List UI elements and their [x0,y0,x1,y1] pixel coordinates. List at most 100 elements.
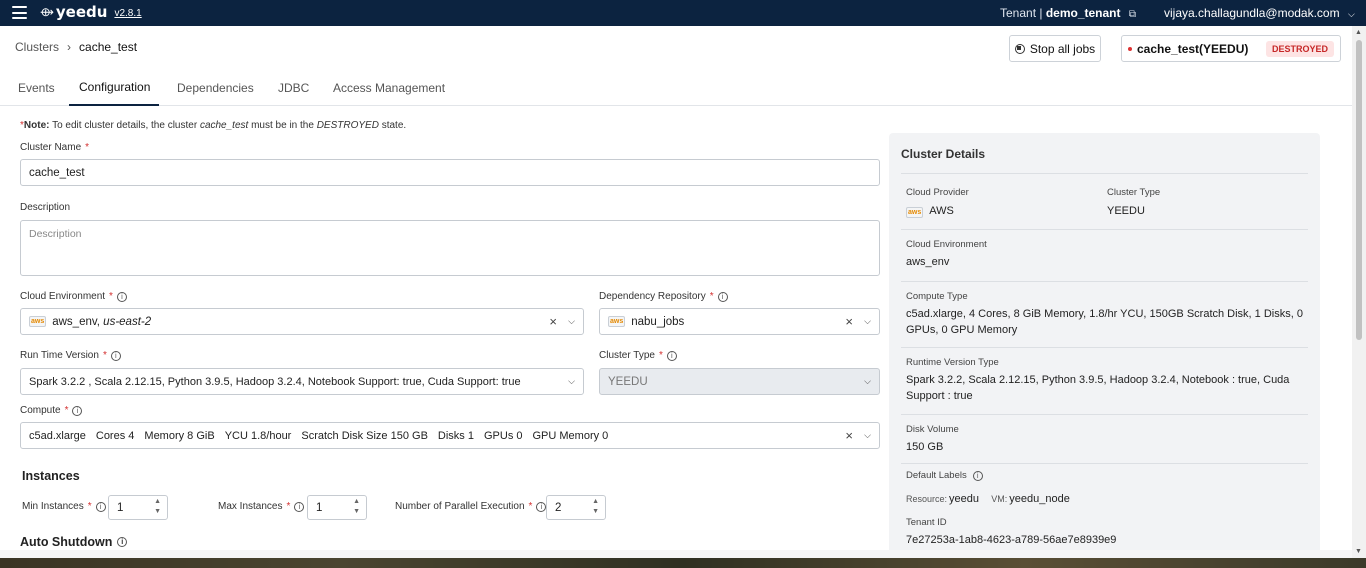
user-menu[interactable]: vijaya.challagundla@modak.com ⌵ [1164,6,1355,20]
min-instances-label: Min Instances * i [22,501,106,512]
vertical-scrollbar[interactable]: ▲ ▼ [1352,26,1366,558]
info-icon: i [72,405,83,416]
cloud-provider-label: Cloud Provider [906,187,969,198]
auto-shutdown-heading: Auto Shutdown i [20,535,128,549]
runtime-select[interactable]: Spark 3.2.2 , Scala 2.12.15, Python 3.9.… [20,368,584,395]
cluster-type-detail-value: YEEDU [1107,205,1145,217]
instances-heading: Instances [22,469,80,483]
info-icon: i [972,470,983,481]
stepper-icon: ▲ ▼ [353,498,360,515]
scrollbar-thumb[interactable] [1356,40,1362,340]
user-email: vijaya.challagundla@modak.com [1164,6,1340,20]
tab-access-management[interactable]: Access Management [323,70,455,106]
tenant-name: demo_tenant [1045,6,1121,20]
cluster-name-input[interactable]: cache_test [20,159,880,186]
edit-note: *Note: To edit cluster details, the clus… [20,120,407,131]
info-icon: i [110,350,121,361]
tab-bar: Events Configuration Dependencies JDBC A… [0,70,1352,106]
parallel-execution-label: Number of Parallel Execution * i [395,501,547,512]
compute-type-label: Compute Type [906,291,968,302]
compute-select[interactable]: c5ad.xlarge Cores 4 Memory 8 GiB YCU 1.8… [20,422,880,449]
chevron-down-icon: ⌵ [864,376,871,386]
tab-configuration[interactable]: Configuration [69,70,159,106]
cluster-type-select: YEEDU ⌵ [599,368,880,395]
default-labels-label: Default Labels i [906,470,983,481]
info-icon: i [117,537,128,547]
tenant-id-label: Tenant ID [906,517,947,528]
parallel-execution-input[interactable]: 2 ▲ ▼ [546,495,606,520]
tenant-id-value: 7e27253a-1ab8-4623-a789-56ae7e8939e9 [906,534,1117,546]
cluster-status-name: cache_test(YEEDU) [1137,41,1249,56]
version-link[interactable]: v2.8.1 [114,8,141,19]
tab-events[interactable]: Events [8,70,65,106]
min-instances-input[interactable]: 1 ▲ ▼ [108,495,168,520]
stop-icon [1014,43,1025,54]
cluster-details-title: Cluster Details [901,147,986,161]
chevron-down-icon[interactable]: ⌵ [864,316,871,327]
top-bar: ⟴ yeedu v2.8.1 Tenant | demo_tenant ⧉ vi… [0,0,1366,26]
logo[interactable]: ⟴ yeedu v2.8.1 [40,3,142,21]
compute-label: Compute * i [20,405,83,416]
cloud-provider-value: aws AWS [906,205,954,218]
clear-icon[interactable]: × [549,314,557,329]
info-icon: i [294,501,305,512]
dep-repo-select[interactable]: aws nabu_jobs × ⌵ [599,308,880,335]
chevron-down-icon[interactable]: ⌵ [568,316,575,327]
stop-all-jobs-label: Stop all jobs [1029,41,1096,56]
stepper-icon: ▲ ▼ [154,498,161,515]
disk-volume-label: Disk Volume [906,424,959,435]
cluster-type-label: Cluster Type * i [599,350,677,361]
compute-type-value: c5ad.xlarge, 4 Cores, 8 GiB Memory, 1.8/… [906,308,1303,336]
aws-icon: aws [29,316,47,327]
stop-all-jobs-button[interactable]: Stop all jobs [1009,35,1101,62]
scroll-up-icon: ▲ [1355,29,1362,36]
tenant-label: Tenant | [1000,6,1043,20]
info-icon: i [666,350,677,361]
dep-repo-label: Dependency Repository * i [599,291,728,302]
default-labels-value: Resource: yeedu VM: yeedu_node [906,493,1070,505]
cluster-type-detail-label: Cluster Type [1107,187,1161,198]
info-icon: i [536,501,547,512]
clear-icon[interactable]: × [845,314,853,329]
cloud-env-detail-label: Cloud Environment [906,239,987,250]
stepper-icon: ▲ ▼ [592,498,599,515]
breadcrumb: Clusters › cache_test [15,40,137,54]
aws-icon: aws [608,316,626,327]
breadcrumb-current: cache_test [79,40,138,54]
cluster-name-label: Cluster Name * [20,142,90,153]
runtime-detail-value: Spark 3.2.2, Scala 2.12.15, Python 3.9.5… [906,374,1290,402]
logo-text: yeedu [55,3,108,21]
horizontal-scroll-area [0,550,1352,558]
external-link-icon[interactable]: ⧉ [1129,9,1136,20]
chevron-down-icon[interactable]: ⌵ [864,430,871,441]
tab-dependencies[interactable]: Dependencies [167,70,264,106]
runtime-detail-label: Runtime Version Type [906,357,999,368]
max-instances-input[interactable]: 1 ▲ ▼ [307,495,367,520]
disk-volume-value: 150 GB [906,441,944,453]
cloud-env-detail-value: aws_env [906,256,950,268]
chevron-down-icon: ⌵ [1347,9,1355,19]
runtime-label: Run Time Version * i [20,350,121,361]
status-dot-icon [1128,46,1132,51]
max-instances-label: Max Instances * i [218,501,305,512]
cloud-env-label: Cloud Environment * i [20,291,127,302]
cloud-env-select[interactable]: aws aws_env, us-east-2 × ⌵ [20,308,584,335]
desktop-background-strip [0,558,1366,568]
tenant-switcher[interactable]: Tenant | demo_tenant ⧉ [1000,6,1136,20]
aws-icon: aws [906,207,924,218]
scroll-down-icon: ▼ [1355,548,1362,555]
logo-mark-icon: ⟴ [40,5,54,19]
description-input[interactable]: Description [20,220,880,276]
menu-icon[interactable] [12,6,27,19]
chevron-down-icon[interactable]: ⌵ [568,376,575,387]
tab-jdbc[interactable]: JDBC [268,70,319,106]
description-label: Description [20,202,71,213]
info-icon: i [116,291,127,302]
info-icon: i [717,291,728,302]
clear-icon[interactable]: × [845,428,853,443]
chevron-right-icon: › [67,40,72,54]
cluster-status: cache_test(YEEDU) DESTROYED [1121,35,1341,62]
cluster-details-panel: Cluster Details Cloud Provider aws AWS Cl… [889,133,1320,563]
breadcrumb-clusters[interactable]: Clusters [15,40,59,54]
status-badge: DESTROYED [1265,40,1334,57]
